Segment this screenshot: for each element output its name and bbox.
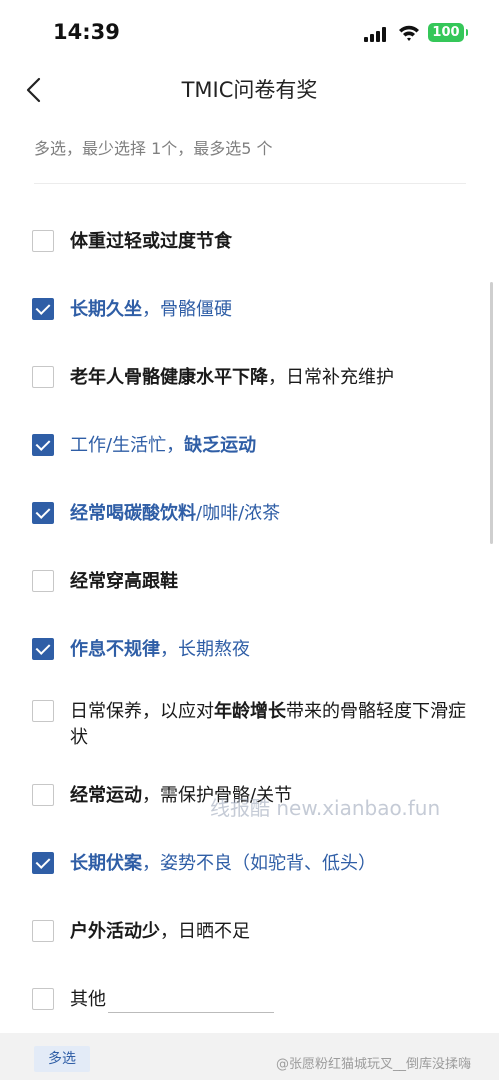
- option-label-part: 缺乏运动: [184, 435, 257, 456]
- option-label: 长期久坐，骨骼僵硬: [70, 297, 232, 323]
- option-item[interactable]: 户外活动少，日晒不足: [32, 919, 472, 945]
- checkbox-icon[interactable]: [32, 366, 54, 388]
- page-title: TMIC问卷有奖: [181, 78, 318, 102]
- option-item[interactable]: 长期伏案，姿势不良（如驼背、低头）: [32, 851, 472, 877]
- option-label-part: 经常喝碳酸饮料: [70, 503, 196, 524]
- option-item[interactable]: 老年人骨骼健康水平下降，日常补充维护: [32, 365, 472, 391]
- option-label: 体重过轻或过度节食: [70, 229, 232, 255]
- option-label-part: 日常保养，以应对: [70, 701, 214, 722]
- option-label: 长期伏案，姿势不良（如驼背、低头）: [70, 851, 376, 877]
- option-label-part: /咖啡/浓茶: [196, 503, 281, 524]
- checkbox-checked-icon[interactable]: [32, 298, 54, 320]
- option-label-part: ，日晒不足: [160, 921, 250, 942]
- option-label-part: ，长期熬夜: [160, 639, 250, 660]
- checkbox-icon[interactable]: [32, 230, 54, 252]
- option-label-part: 年龄增长: [214, 701, 286, 722]
- multi-select-tag: 多选: [34, 1046, 90, 1072]
- scrollbar[interactable]: [490, 282, 493, 544]
- option-item[interactable]: 经常喝碳酸饮料/咖啡/浓茶: [32, 501, 472, 527]
- option-item[interactable]: 体重过轻或过度节食: [32, 229, 472, 255]
- option-label: 经常喝碳酸饮料/咖啡/浓茶: [70, 501, 280, 527]
- checkbox-icon[interactable]: [32, 570, 54, 592]
- option-label-part: ，姿势不良（如驼背、低头）: [142, 853, 376, 874]
- option-label-part: 作息不规律: [70, 639, 160, 660]
- other-text-input[interactable]: [108, 988, 274, 1013]
- checkbox-icon[interactable]: [32, 700, 54, 722]
- wifi-icon: [399, 25, 419, 41]
- checkbox-checked-icon[interactable]: [32, 502, 54, 524]
- checkbox-checked-icon[interactable]: [32, 434, 54, 456]
- option-label-part: 经常运动: [70, 785, 142, 806]
- battery-icon: 100: [428, 23, 468, 42]
- watermark: 线报酷 new.xianbao.fun: [210, 796, 441, 820]
- option-label-part: 户外活动少: [70, 921, 160, 942]
- option-label: 其他: [70, 987, 274, 1013]
- option-label: 老年人骨骼健康水平下降，日常补充维护: [70, 365, 394, 391]
- status-time: 14:39: [53, 20, 120, 44]
- option-item[interactable]: 长期久坐，骨骼僵硬: [32, 297, 472, 323]
- option-label-part: 经常穿高跟鞋: [70, 571, 178, 592]
- option-label: 经常穿高跟鞋: [70, 569, 178, 595]
- option-label-part: 其他: [70, 989, 106, 1010]
- option-item[interactable]: 工作/生活忙，缺乏运动: [32, 433, 472, 459]
- checkbox-icon[interactable]: [32, 920, 54, 942]
- checkbox-icon[interactable]: [32, 784, 54, 806]
- option-label: 作息不规律，长期熬夜: [70, 637, 250, 663]
- nav-bar: TMIC问卷有奖: [0, 66, 499, 114]
- option-label-part: 体重过轻或过度节食: [70, 231, 232, 252]
- option-label: 户外活动少，日晒不足: [70, 919, 250, 945]
- option-label-part: 工作/生活忙，: [70, 435, 185, 456]
- option-label: 工作/生活忙，缺乏运动: [70, 433, 256, 459]
- option-label-part: ，日常补充维护: [268, 367, 394, 388]
- option-item[interactable]: 日常保养，以应对年龄增长带来的骨骼轻度下滑症状: [32, 699, 472, 751]
- checkbox-checked-icon[interactable]: [32, 852, 54, 874]
- option-item[interactable]: 作息不规律，长期熬夜: [32, 637, 472, 663]
- question-hint: 多选，最少选择 1个，最多选5 个: [34, 139, 273, 158]
- weibo-watermark: @张愿粉红猫城玩叉__倒库没揉嗨: [276, 1057, 472, 1072]
- option-label: 日常保养，以应对年龄增长带来的骨骼轻度下滑症状: [70, 699, 472, 751]
- option-label-part: 长期久坐: [70, 299, 142, 320]
- option-item[interactable]: 经常穿高跟鞋: [32, 569, 472, 595]
- option-item[interactable]: 其他: [32, 987, 472, 1013]
- status-bar: 14:39 100: [0, 0, 499, 66]
- signal-icon: [364, 27, 390, 42]
- checkbox-checked-icon[interactable]: [32, 638, 54, 660]
- option-label-part: ，骨骼僵硬: [142, 299, 232, 320]
- option-label-part: 老年人骨骼健康水平下降: [70, 367, 268, 388]
- option-label-part: 长期伏案: [70, 853, 142, 874]
- checkbox-icon[interactable]: [32, 988, 54, 1010]
- divider: [34, 183, 466, 184]
